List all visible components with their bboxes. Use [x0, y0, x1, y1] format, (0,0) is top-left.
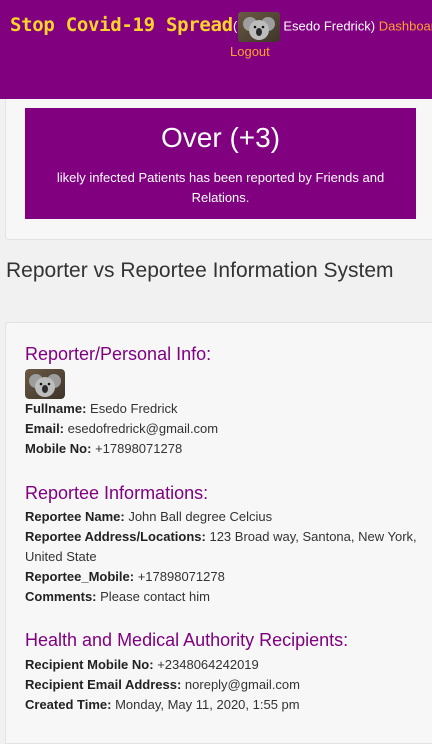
reporter-heading: Reporter/Personal Info: — [25, 344, 212, 364]
reportee-name-value: John Ball degree Celcius — [128, 509, 273, 524]
infected-count-alert: Over (+3) likely infected Patients has b… — [25, 108, 416, 219]
reportee-address: Reportee Address/Locations: 123 Broad wa… — [25, 527, 420, 567]
reportee-mobile-value: +17898071278 — [137, 569, 225, 584]
recipient-mobile-label: Recipient Mobile No: — [25, 657, 154, 672]
comments-value: Please contact him — [100, 589, 210, 604]
recipient-mobile: Recipient Mobile No: +2348064242019 — [25, 655, 420, 675]
comments-label: Comments: — [25, 589, 97, 604]
reportee-mobile-label: Reportee_Mobile: — [25, 569, 135, 584]
mobile-label: Mobile No: — [25, 441, 92, 456]
mobile-value: +17898071278 — [95, 441, 183, 456]
recipient-email-value: noreply@gmail.com — [184, 677, 300, 692]
alert-headline: Over (+3) — [160, 122, 281, 153]
fullname-label: Fullname: — [25, 401, 87, 416]
recipient-email: Recipient Email Address: noreply@gmail.c… — [25, 675, 420, 695]
reporter-mobile: Mobile No: +17898071278 — [25, 439, 420, 459]
recipients-heading: Health and Medical Authority Recipients: — [25, 630, 349, 650]
close-paren: ) — [370, 18, 376, 34]
top-navbar: Stop Covid-19 Spread ( Esedo Fredrick) D… — [0, 0, 432, 99]
reportee-address-label: Reportee Address/Locations: — [25, 529, 206, 544]
logout-link[interactable]: Logout — [230, 44, 270, 59]
reportee-name-label: Reportee Name: — [25, 509, 125, 524]
reporter-avatar — [25, 369, 65, 399]
created-time-label: Created Time: — [25, 697, 112, 712]
created-time-value: Monday, May 11, 2020, 1:55 pm — [115, 697, 300, 712]
reporter-email: Email: esedofredrick@gmail.com — [25, 419, 420, 439]
email-label: Email: — [25, 421, 65, 436]
reporter-fullname: Fullname: Esedo Fredrick — [25, 399, 420, 419]
email-value: esedofredrick@gmail.com — [67, 421, 219, 436]
open-paren: ( — [233, 18, 238, 34]
alert-message: likely infected Patients has been report… — [56, 170, 385, 205]
reportee-mobile: Reportee_Mobile: +17898071278 — [25, 567, 420, 587]
user-info: ( Esedo Fredrick) Dashboard — [233, 12, 432, 42]
dashboard-link[interactable]: Dashboard — [379, 18, 432, 33]
reportee-name: Reportee Name: John Ball degree Celcius — [25, 507, 420, 527]
fullname-value: Esedo Fredrick — [90, 401, 178, 416]
recipient-email-label: Recipient Email Address: — [25, 677, 182, 692]
site-brand[interactable]: Stop Covid-19 Spread — [10, 14, 233, 36]
created-time: Created Time: Monday, May 11, 2020, 1:55… — [25, 695, 420, 715]
recipient-mobile-value: +2348064242019 — [157, 657, 259, 672]
user-name: Esedo Fredrick — [283, 18, 371, 34]
reportee-heading: Reportee Informations: — [25, 483, 209, 503]
page-title: Reporter vs Reportee Information System — [6, 259, 394, 282]
reportee-comments: Comments: Please contact him — [25, 587, 420, 607]
user-avatar — [238, 12, 281, 42]
